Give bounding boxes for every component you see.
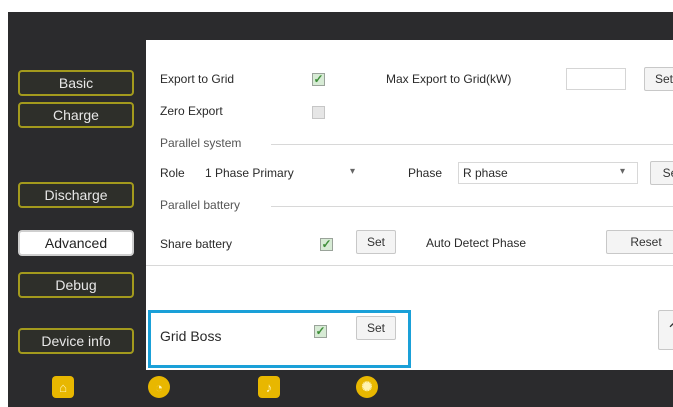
home-icon[interactable]: ⌂ (52, 376, 74, 398)
bottom-nav-bar: ⌂ ◔ ♪ ✺ (8, 370, 673, 407)
alarm-bell-icon[interactable]: ♪ (258, 376, 280, 398)
sidebar-item-charge[interactable]: Charge (18, 102, 134, 128)
chevron-down-icon: ▾ (349, 166, 355, 177)
grid-boss-checkbox[interactable] (314, 325, 327, 338)
parallel-battery-title: Parallel battery (160, 198, 241, 212)
zero-export-checkbox[interactable] (312, 106, 325, 119)
share-battery-label: Share battery (160, 237, 233, 251)
scroll-up-button[interactable]: ⌃ (658, 310, 673, 350)
role-label: Role (160, 166, 185, 180)
share-battery-set-button[interactable]: Set (356, 230, 396, 254)
sidebar-item-advanced[interactable]: Advanced (18, 230, 134, 256)
phase-select[interactable]: R phase ▾ (458, 162, 638, 184)
chevron-down-icon: ▾ (619, 166, 625, 177)
auto-detect-phase-label: Auto Detect Phase (426, 236, 527, 250)
group-divider (271, 144, 673, 145)
phase-select-value: R phase (463, 166, 508, 180)
app-window: Basic Charge Discharge Advanced Debug De… (8, 12, 673, 407)
sidebar-item-basic[interactable]: Basic (18, 70, 134, 96)
export-to-grid-label: Export to Grid (160, 72, 235, 86)
role-select-value: 1 Phase Primary (205, 166, 294, 180)
parallel-system-set-button[interactable]: Se (650, 161, 673, 185)
grid-boss-set-button[interactable]: Set (356, 316, 396, 340)
chevron-up-icon: ⌃ (666, 322, 673, 339)
reset-button[interactable]: Reset (606, 230, 673, 254)
sidebar-item-debug[interactable]: Debug (18, 272, 134, 298)
share-battery-checkbox[interactable] (320, 238, 333, 251)
group-divider (271, 206, 673, 207)
grid-boss-label: Grid Boss (160, 328, 222, 344)
chart-icon[interactable]: ◔ (148, 376, 170, 398)
max-export-set-button[interactable]: Set (644, 67, 673, 91)
top-bar (8, 12, 673, 40)
settings-gear-icon[interactable]: ✺ (356, 376, 378, 398)
sidebar-item-discharge[interactable]: Discharge (18, 182, 134, 208)
section-divider (146, 265, 673, 266)
phase-label: Phase (408, 166, 443, 180)
sidebar: Basic Charge Discharge Advanced Debug De… (8, 40, 146, 370)
advanced-settings-panel: Export to Grid Max Export to Grid(kW) Se… (146, 40, 673, 370)
export-to-grid-checkbox[interactable] (312, 73, 325, 86)
max-export-label: Max Export to Grid(kW) (386, 72, 512, 86)
zero-export-label: Zero Export (160, 104, 223, 118)
role-select[interactable]: 1 Phase Primary ▾ (200, 162, 360, 184)
sidebar-item-device-info[interactable]: Device info (18, 328, 134, 354)
parallel-system-title: Parallel system (160, 136, 242, 150)
max-export-input[interactable] (566, 68, 626, 90)
